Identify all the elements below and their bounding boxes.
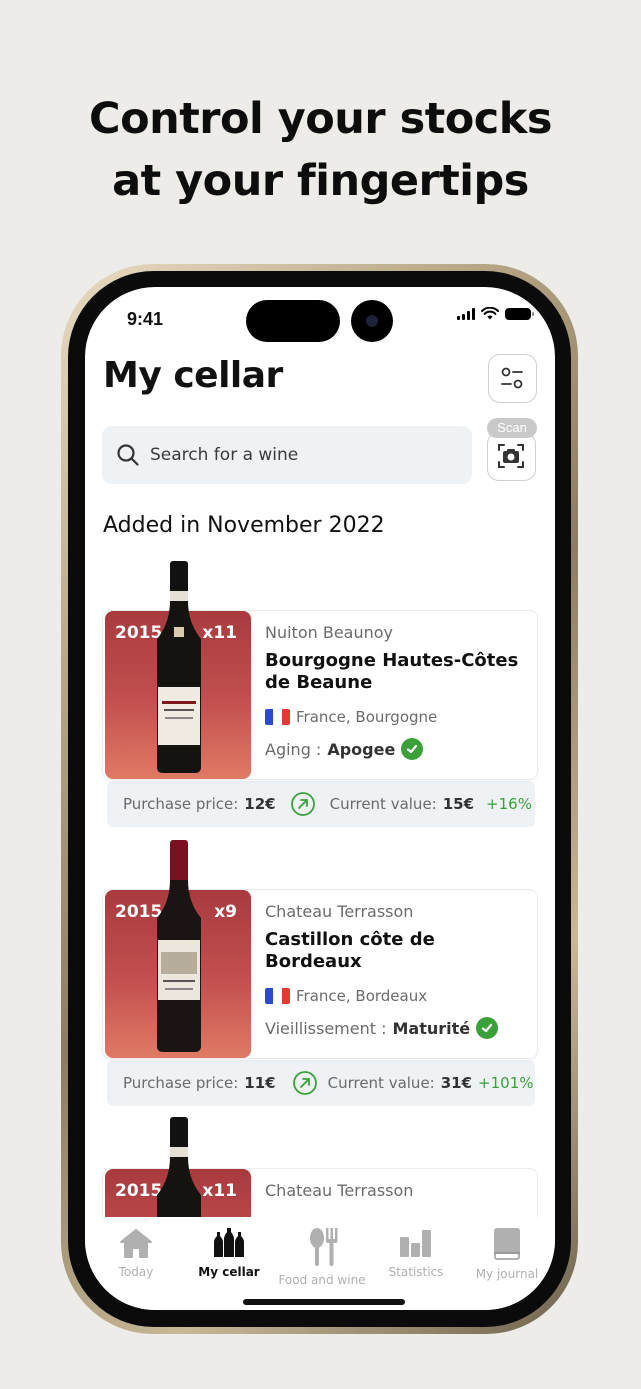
tab-label: Today [118,1265,154,1279]
france-flag-icon [265,988,290,1004]
purchase-label: Purchase price: [123,1074,239,1092]
purchase-label: Purchase price: [123,795,239,813]
gain-percent: +101% [478,1074,534,1092]
tab-label: My cellar [198,1265,260,1279]
wine-card[interactable]: Purchase price: 12€ Current value: 15€ +… [103,561,537,827]
check-icon [476,1017,499,1039]
aging-value: Apogee [327,739,396,759]
aging-value: Maturité [392,1018,471,1038]
price-strip: Purchase price: 11€ Current value: 31€ +… [107,1060,535,1106]
search-icon [117,444,139,466]
phone-screen: 9:41 My cellar Search for a wine Scan Ad… [85,287,555,1310]
trend-up-icon [292,1071,317,1095]
fork-knife-icon [310,1228,338,1266]
purchase-value: 12€ [244,795,276,813]
wine-card[interactable]: 2015 x11 Chateau Terrasson [103,1117,537,1310]
wine-info: Nuiton Beaunoy Bourgogne Hautes-Côtes de… [265,623,535,760]
battery-icon [505,307,534,320]
tab-bar: Today My cellar Food and wine Statistics… [85,1217,555,1310]
dynamic-island [246,300,340,342]
headline-line-2: at your fingertips [112,156,529,206]
tab-statistics[interactable]: Statistics [369,1227,463,1279]
wine-info: Chateau Terrasson [265,1181,535,1200]
price-strip: Purchase price: 12€ Current value: 15€ +… [107,781,535,827]
headline-line-1: Control your stocks [89,94,552,144]
home-indicator[interactable] [243,1299,405,1305]
wine-name: Castillon côte de Bordeaux [265,929,435,972]
filter-button[interactable] [488,354,537,403]
wine-card[interactable]: Purchase price: 11€ Current value: 31€ +… [103,840,537,1106]
wine-info: Chateau Terrasson Castillon côte de Bord… [265,902,535,1039]
tab-my-cellar[interactable]: My cellar [182,1227,276,1279]
france-flag-icon [265,709,290,725]
search-input[interactable]: Search for a wine [102,426,472,484]
current-value: 31€ [440,1074,473,1092]
sliders-icon [501,367,523,389]
signal-icon [457,307,475,320]
status-time: 9:41 [127,309,164,329]
wine-name: Bourgogne Hautes-Côtes de Beaune [265,650,519,693]
producer: Chateau Terrasson [265,1181,414,1200]
tab-label: Food and wine [278,1273,366,1287]
camera-scan-icon [498,444,524,468]
producer: Nuiton Beaunoy [265,623,394,642]
aging-label: Vieillissement : [265,1018,387,1038]
tab-today[interactable]: Today [89,1227,183,1279]
page-title: My cellar [103,355,283,396]
gain-percent: +16% [486,795,532,813]
aging-label: Aging : [265,739,322,759]
wine-bottle-image [157,840,201,1052]
marketing-headline: Control your stocks at your fingertips [0,88,641,212]
current-value: 15€ [442,795,475,813]
wine-bottle-image [157,561,201,773]
bar-chart-icon [400,1230,431,1257]
status-icons [457,307,534,320]
check-icon [401,738,424,760]
purchase-value: 11€ [244,1074,276,1092]
tab-label: My journal [475,1267,539,1281]
search-placeholder: Search for a wine [150,445,299,465]
scan-label: Scan [487,418,537,438]
producer: Chateau Terrasson [265,902,414,921]
tab-food-and-wine[interactable]: Food and wine [275,1227,369,1287]
home-icon [120,1229,152,1258]
origin: France, Bourgogne [296,708,438,726]
current-value-label: Current value: [327,1074,435,1092]
scan-button[interactable]: Scan [487,418,537,481]
trend-up-icon [290,792,315,816]
bottle-count: x9 [214,902,237,922]
section-heading: Added in November 2022 [103,513,385,538]
camera-icon [351,300,393,342]
current-value-label: Current value: [329,795,437,813]
book-icon [494,1228,520,1260]
origin: France, Bordeaux [296,987,428,1005]
tab-my-journal[interactable]: My journal [460,1227,554,1281]
wifi-icon [481,307,499,320]
bottles-icon [214,1228,244,1257]
tab-label: Statistics [388,1265,444,1279]
